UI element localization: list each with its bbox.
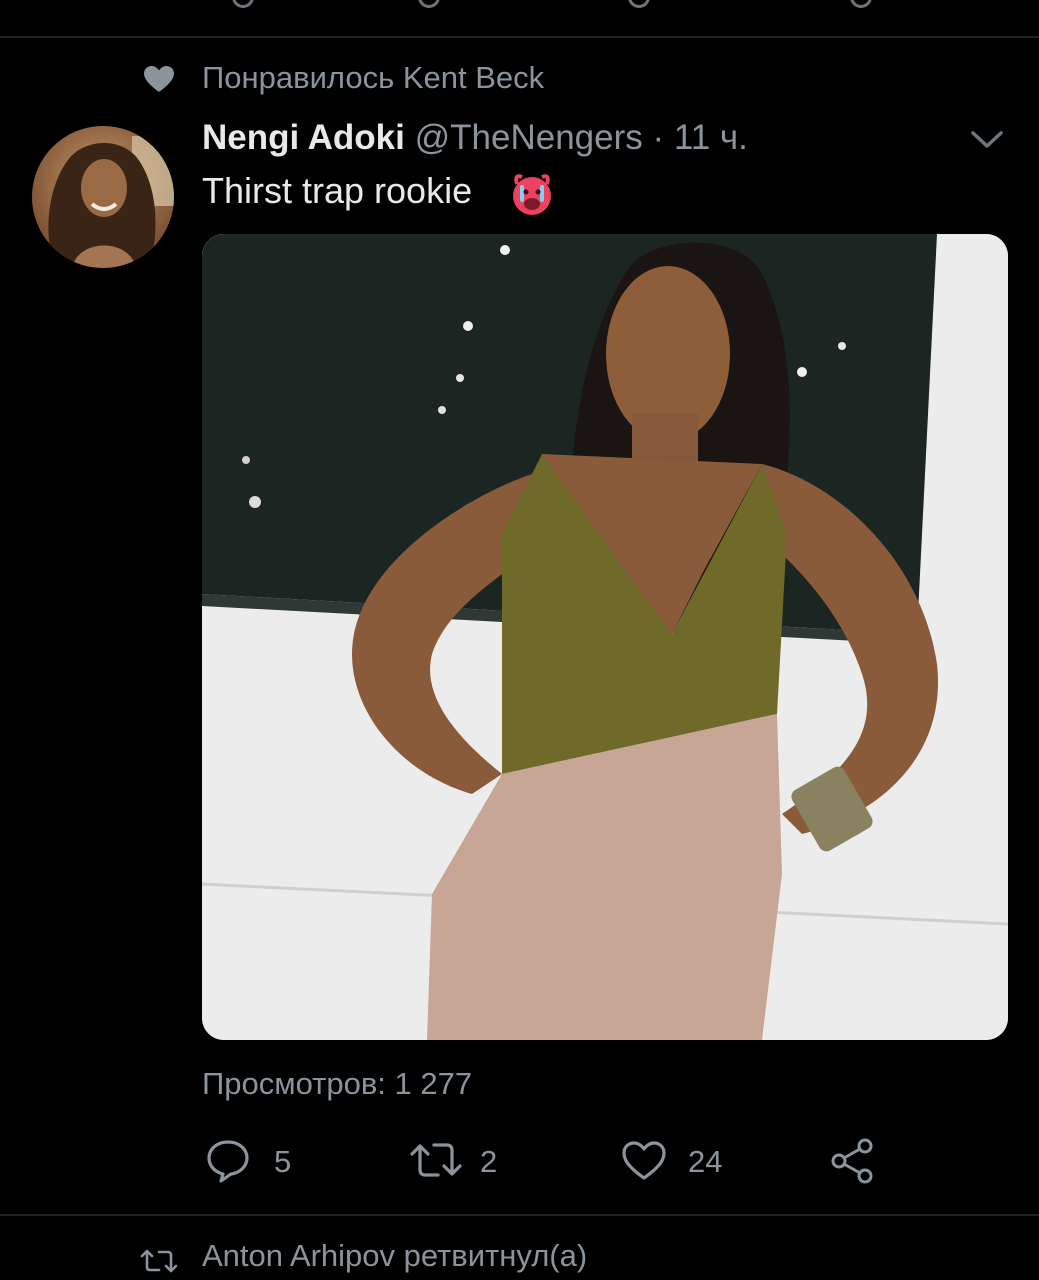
hot-face-emoji-icon	[513, 174, 551, 215]
retweet-count: 2	[480, 1144, 498, 1179]
author-handle[interactable]: @TheNengers	[415, 118, 643, 157]
previous-share-icon[interactable]	[850, 0, 872, 8]
header-separator: ·	[652, 118, 665, 157]
previous-tweet-actions	[0, 0, 1039, 16]
reply-count: 5	[274, 1144, 292, 1179]
like-count: 24	[688, 1144, 723, 1179]
previous-retweet-icon[interactable]	[418, 0, 440, 8]
tweet-text: Thirst trap rookie	[202, 170, 473, 211]
tweet-time[interactable]: 11 ч.	[674, 118, 748, 157]
share-icon	[831, 1138, 873, 1184]
author-avatar[interactable]	[32, 126, 174, 268]
retweet-icon	[410, 1143, 462, 1177]
retweeted-context-text: Anton Arhipov ретвитнул(а)	[202, 1238, 588, 1273]
heart-icon	[144, 66, 174, 92]
share-button[interactable]	[828, 1136, 878, 1188]
liked-context[interactable]: Понравилось Kent Beck	[0, 58, 1039, 102]
media-photo	[202, 234, 1008, 1040]
tweet-media-video[interactable]	[202, 234, 1008, 1040]
divider-top	[0, 36, 1039, 38]
view-count: Просмотров: 1 277	[202, 1066, 473, 1101]
retweet-button[interactable]: 2	[408, 1136, 528, 1188]
previous-like-icon[interactable]	[628, 0, 650, 8]
chevron-down-icon[interactable]	[968, 124, 1006, 154]
divider-bottom	[0, 1214, 1039, 1216]
retweet-icon	[140, 1249, 178, 1273]
previous-reply-icon[interactable]	[232, 0, 254, 8]
author-name[interactable]: Nengi Adoki	[202, 118, 405, 157]
like-button[interactable]: 24	[620, 1136, 750, 1188]
tweet-header: Nengi Adoki @TheNengers · 11 ч.	[202, 118, 748, 166]
like-icon	[622, 1141, 666, 1180]
reply-button[interactable]: 5	[204, 1136, 314, 1188]
liked-context-text: Понравилось Kent Beck	[202, 60, 545, 95]
avatar-image	[32, 126, 174, 268]
reply-icon	[207, 1140, 249, 1183]
retweeted-context[interactable]: Anton Arhipov ретвитнул(а)	[0, 1236, 1039, 1280]
